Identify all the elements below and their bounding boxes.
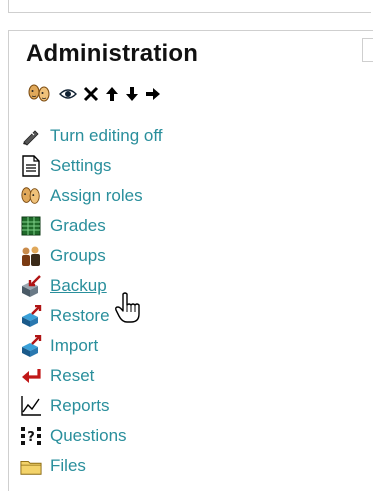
menu-item-label: Assign roles [50,186,143,205]
edit-pen-icon [20,125,42,147]
menu-item-grades[interactable]: Grades [20,211,320,241]
menu-item-files[interactable]: Files [20,451,320,481]
menu-item-turn-editing-off[interactable]: Turn editing off [20,121,320,151]
menu-item-label: Groups [50,246,106,265]
menu-item-label: Turn editing off [50,126,163,145]
previous-block [8,0,371,13]
import-icon [20,335,42,357]
menu-item-reports[interactable]: Reports [20,391,320,421]
block-toolbar [27,80,161,108]
menu-item-label: Reports [50,396,110,415]
settings-document-icon [20,155,42,177]
menu-item-backup[interactable]: Backup [20,271,320,301]
restore-icon [20,305,42,327]
menu-item-label: Files [50,456,86,475]
grades-icon [20,215,42,237]
menu-item-reset[interactable]: Reset [20,361,320,391]
folder-icon [20,455,42,477]
assign-roles-icon [20,185,42,207]
move-up-icon[interactable] [105,83,119,105]
backup-icon [20,275,42,297]
eye-icon[interactable] [59,83,77,105]
reset-icon [20,365,42,387]
menu-item-restore[interactable]: Restore [20,301,320,331]
hand-cursor-icon [114,292,142,324]
assign-roles-icon[interactable] [27,83,53,105]
move-down-icon[interactable] [125,83,139,105]
block-title: Administration [26,40,199,67]
block-edge-tab [362,38,373,62]
delete-x-icon[interactable] [83,83,99,105]
menu-item-label: Reset [50,366,95,385]
menu-item-label: Settings [50,156,112,175]
reports-icon [20,395,42,417]
groups-icon [20,245,42,267]
menu-item-label: Questions [50,426,127,445]
menu-item-label: Import [50,336,99,355]
menu-item-groups[interactable]: Groups [20,241,320,271]
menu-item-label: Restore [50,306,110,325]
menu-item-assign-roles[interactable]: Assign roles [20,181,320,211]
menu-item-settings[interactable]: Settings [20,151,320,181]
questions-icon: ? [20,425,42,447]
menu-item-label: Grades [50,216,106,235]
move-right-icon[interactable] [145,83,161,105]
menu-item-questions[interactable]: ? Questions [20,421,320,451]
menu-item-label: Backup [50,276,107,295]
menu-item-import[interactable]: Import [20,331,320,361]
svg-text:?: ? [27,430,35,445]
admin-menu: Turn editing off Settings Assign roles G… [20,121,320,481]
